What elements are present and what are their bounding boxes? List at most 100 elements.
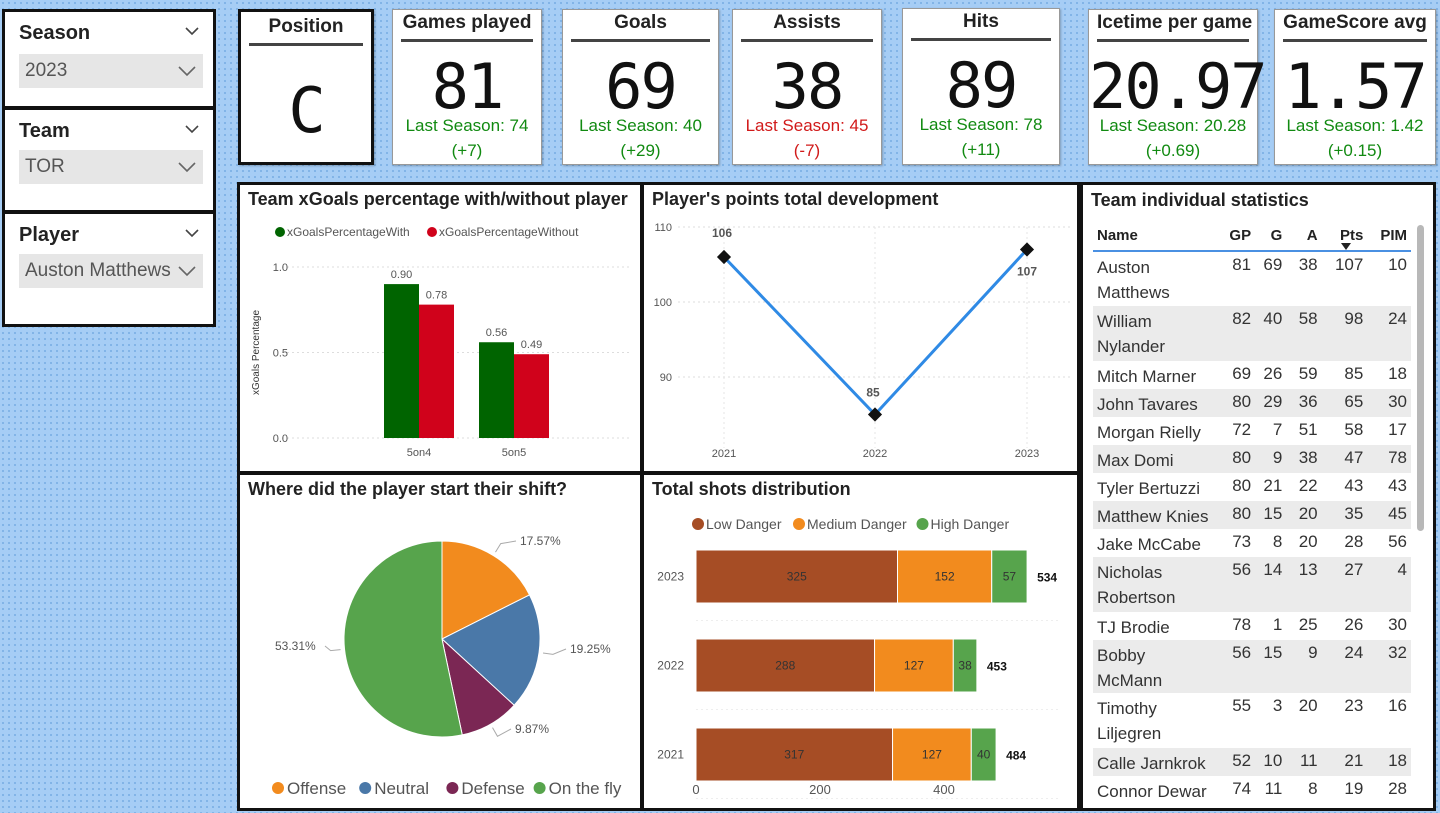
- table-header-row: Name GP G A Pts PIM: [1093, 221, 1411, 252]
- shots-chart-panel: Total shots distribution Low Danger Mediu…: [641, 472, 1080, 811]
- table-row[interactable]: Auston Matthews 81 69 38 107 10: [1093, 251, 1411, 306]
- card-divider: [741, 39, 873, 42]
- column-header-pim[interactable]: PIM: [1367, 221, 1411, 252]
- goals-card: Goals 69 Last Season: 40 (+29): [562, 9, 719, 165]
- bar-total-label: 453: [987, 660, 1007, 674]
- table-row[interactable]: Connor Dewar 74 11 8 19 28: [1093, 776, 1411, 804]
- y-tick-label: 0.5: [273, 348, 288, 360]
- table-cell-g: 7: [1272, 420, 1283, 439]
- x-tick-label: 5on4: [407, 447, 431, 459]
- games-played-title: Games played: [402, 12, 532, 33]
- icetime-last-season: Last Season: 20.28: [1099, 116, 1247, 135]
- hits-title: Hits: [963, 11, 999, 32]
- table-cell-g: 69: [1263, 255, 1283, 274]
- column-header-a[interactable]: A: [1286, 221, 1322, 252]
- data-label: 85: [866, 386, 880, 400]
- position-card: Position C: [238, 9, 374, 165]
- column-header-name[interactable]: Name: [1093, 221, 1216, 252]
- team-dropdown-value: TOR: [25, 156, 65, 177]
- bar-value-label: 0.90: [391, 269, 412, 281]
- table-row[interactable]: Jake McCabe 73 8 20 28 56: [1093, 529, 1411, 557]
- table-cell-gp: 56: [1215, 640, 1256, 693]
- table-cell-a: 36: [1286, 389, 1322, 417]
- chevron-down-icon: [178, 66, 196, 77]
- x-tick-label: 5on5: [502, 447, 526, 459]
- points-chart-panel: Player's points total development 90 100 1…: [641, 182, 1080, 474]
- table-cell-pts: 21: [1321, 748, 1368, 776]
- player-dropdown-value: Auston Matthews: [25, 260, 171, 281]
- column-header-gp[interactable]: GP: [1215, 221, 1256, 252]
- card-divider: [249, 43, 363, 46]
- table-cell-pim: 32: [1367, 640, 1411, 693]
- table-cell-a: 11: [1286, 748, 1322, 776]
- table-cell-a: 20: [1298, 532, 1318, 551]
- legend-marker: [533, 782, 546, 794]
- x-tick-label: 2022: [863, 448, 887, 460]
- table-row[interactable]: Bobby McMann 56 15 9 24 32: [1093, 640, 1411, 693]
- table-cell-name: Bobby McMann: [1093, 640, 1216, 693]
- table-row[interactable]: Max Domi 80 9 38 47 78: [1093, 445, 1411, 473]
- chevron-down-icon[interactable]: [183, 120, 201, 138]
- table-cell-a: 38: [1298, 255, 1318, 274]
- table-cell-pim: 18: [1388, 364, 1407, 383]
- table-cell-name: Jake McCabe: [1097, 535, 1201, 554]
- table-row[interactable]: TJ Brodie 78 1 25 26 30: [1093, 612, 1411, 640]
- table-row[interactable]: John Tavares 80 29 36 65 30: [1093, 389, 1411, 417]
- table-cell-pim: 45: [1367, 501, 1411, 529]
- table-cell-gp: 80: [1232, 476, 1252, 495]
- table-cell-pts: 98: [1321, 306, 1368, 361]
- table-cell-name: Nicholas Robertson: [1093, 557, 1216, 612]
- table-row[interactable]: Tyler Bertuzzi 80 21 22 43 43: [1093, 473, 1411, 501]
- legend-marker: [427, 227, 437, 237]
- table-cell-pts: 58: [1344, 420, 1364, 439]
- column-header-pts[interactable]: Pts: [1321, 221, 1368, 252]
- scrollbar[interactable]: [1417, 225, 1424, 531]
- team-dropdown[interactable]: TOR: [19, 150, 203, 184]
- icetime-card: Icetime per game 20.97 Last Season: 20.2…: [1088, 9, 1268, 165]
- table-row[interactable]: Mitch Marner 69 26 59 85 18: [1093, 361, 1411, 389]
- points-line-chart: 90 100 110 2021 2022 2023 106 85 107: [654, 222, 1072, 460]
- table-row[interactable]: Nicholas Robertson 56 14 13 27 4: [1093, 557, 1411, 612]
- table-cell-a: 25: [1298, 615, 1318, 634]
- table-row[interactable]: William Nylander 82 40 58 98 24: [1093, 306, 1411, 361]
- y-tick-label: 2022: [657, 659, 684, 673]
- column-header-label: Pts: [1339, 227, 1364, 244]
- bar-segment-label: 152: [935, 570, 955, 584]
- card-divider: [1283, 39, 1427, 42]
- table-cell-pts: 28: [1344, 532, 1364, 551]
- table-cell-gp: 74: [1232, 779, 1252, 798]
- table-row[interactable]: Timothy Liljegren 55 3 20 23 16: [1093, 693, 1411, 748]
- x-tick-label: 0: [692, 782, 699, 797]
- legend-marker: [359, 782, 372, 794]
- column-header-g[interactable]: G: [1255, 221, 1287, 252]
- table-cell-a: 22: [1298, 476, 1318, 495]
- chevron-down-icon[interactable]: [183, 22, 201, 40]
- leader-line: [324, 645, 341, 652]
- legend-label: xGoalsPercentageWithout: [439, 225, 579, 239]
- table-cell-g: 14: [1255, 557, 1287, 612]
- y-axis-label: xGoals Percentage: [251, 310, 262, 395]
- table-cell-g: 11: [1264, 779, 1283, 798]
- x-tick-label: 2021: [712, 448, 736, 460]
- table-cell-g: 9: [1255, 445, 1287, 473]
- season-dropdown[interactable]: 2023: [19, 54, 203, 88]
- table-row[interactable]: Morgan Rielly 72 7 51 58 17: [1093, 417, 1411, 445]
- table-row[interactable]: Matthew Knies 80 15 20 35 45: [1093, 501, 1411, 529]
- legend-marker: [272, 782, 284, 794]
- table-cell-pts: 35: [1321, 501, 1368, 529]
- games-played-last-season: Last Season: 74: [405, 116, 529, 135]
- table-cell-name: Tyler Bertuzzi: [1097, 479, 1200, 498]
- table-cell-gp: 78: [1232, 615, 1252, 634]
- chevron-down-icon[interactable]: [183, 224, 201, 242]
- table-cell-g: 10: [1255, 748, 1287, 776]
- shift-start-pie-chart: 17.57% 19.25% 9.87% 53.31% Offense Neutral Def…: [272, 534, 622, 798]
- table-row[interactable]: Calle Jarnkrok 52 10 11 21 18: [1093, 748, 1411, 776]
- player-dropdown[interactable]: Auston Matthews: [19, 254, 203, 288]
- card-divider: [911, 38, 1051, 41]
- table-cell-a: 58: [1286, 306, 1322, 361]
- table-cell-g: 8: [1272, 532, 1283, 551]
- player-slicer-title: Player: [19, 224, 80, 246]
- position-card-title: Position: [268, 16, 344, 37]
- team-stats-table: Name GP G A Pts PIM Auston Matthews 81 69 38 107 1…: [1093, 221, 1411, 804]
- table-cell-gp: 56: [1215, 557, 1256, 612]
